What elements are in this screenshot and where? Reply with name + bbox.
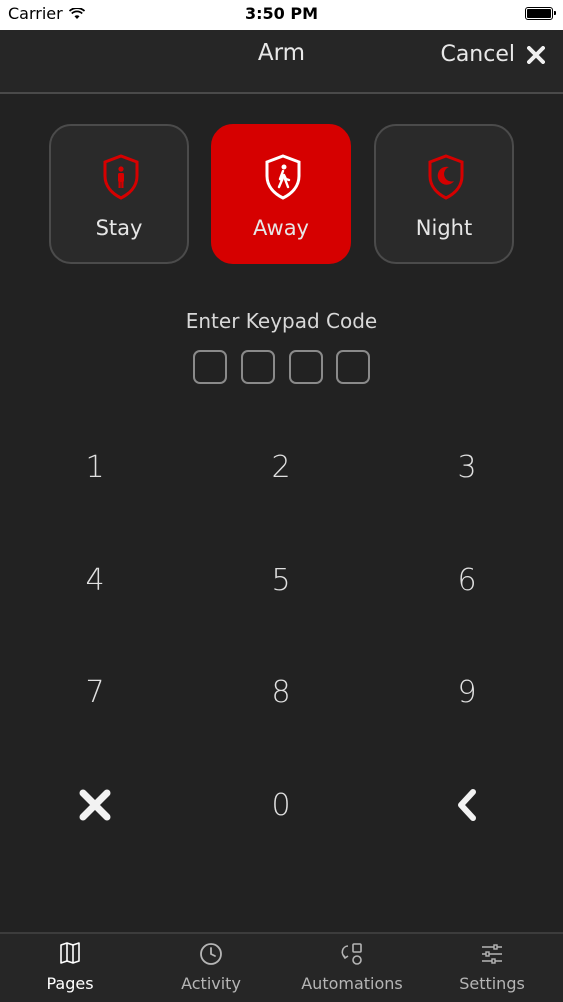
code-digit-box <box>336 350 370 384</box>
tab-automations-label: Automations <box>301 974 403 993</box>
code-digit-box <box>241 350 275 384</box>
sliders-icon <box>482 944 502 964</box>
key-4[interactable]: 4 <box>35 540 155 620</box>
key-3[interactable]: 3 <box>407 427 527 507</box>
tab-pages-label: Pages <box>46 974 94 993</box>
status-bar: Carrier 3:50 PM <box>0 0 563 30</box>
book-icon <box>60 942 80 964</box>
close-icon <box>527 45 545 64</box>
keypad-code-indicator <box>193 350 371 384</box>
cancel-label: Cancel <box>440 42 515 67</box>
tab-settings[interactable]: Settings <box>422 934 562 1002</box>
mode-away-button[interactable]: Away <box>211 124 351 264</box>
key-6[interactable]: 6 <box>407 540 527 620</box>
key-7[interactable]: 7 <box>35 652 155 732</box>
battery-icon <box>525 7 556 20</box>
tab-settings-label: Settings <box>459 974 525 993</box>
key-5[interactable]: 5 <box>221 540 341 620</box>
keypad-code-label: Enter Keypad Code <box>185 309 378 333</box>
mode-away-label: Away <box>253 216 309 240</box>
code-digit-box <box>289 350 323 384</box>
close-x-icon <box>79 789 111 821</box>
status-time: 3:50 PM <box>244 4 318 23</box>
arm-mode-selector: Stay Away Night <box>49 124 514 264</box>
tab-bar: Pages Activity Automations Settings <box>0 932 563 1002</box>
mode-night-button[interactable]: Night <box>374 124 514 264</box>
tab-automations[interactable]: Automations <box>282 934 422 1002</box>
key-2[interactable]: 2 <box>221 427 341 507</box>
clear-button[interactable] <box>35 765 155 845</box>
nav-header: Arm Cancel <box>0 30 563 94</box>
tab-activity[interactable]: Activity <box>141 934 281 1002</box>
mode-stay-label: Stay <box>95 216 143 240</box>
cancel-button[interactable]: Cancel <box>440 42 545 67</box>
shield-person-icon <box>103 154 139 200</box>
code-digit-box <box>193 350 227 384</box>
backspace-button[interactable] <box>407 765 527 845</box>
key-0[interactable]: 0 <box>221 765 341 845</box>
tab-activity-label: Activity <box>181 974 241 993</box>
shield-moon-icon <box>428 154 464 200</box>
mode-stay-button[interactable]: Stay <box>49 124 189 264</box>
shield-walking-icon <box>265 154 301 200</box>
chevron-left-icon <box>458 789 476 821</box>
clock-icon <box>200 943 222 965</box>
key-1[interactable]: 1 <box>35 427 155 507</box>
key-9[interactable]: 9 <box>407 652 527 732</box>
tab-pages[interactable]: Pages <box>0 934 140 1002</box>
mode-night-label: Night <box>415 216 473 240</box>
automation-icon <box>341 943 362 965</box>
key-8[interactable]: 8 <box>221 652 341 732</box>
